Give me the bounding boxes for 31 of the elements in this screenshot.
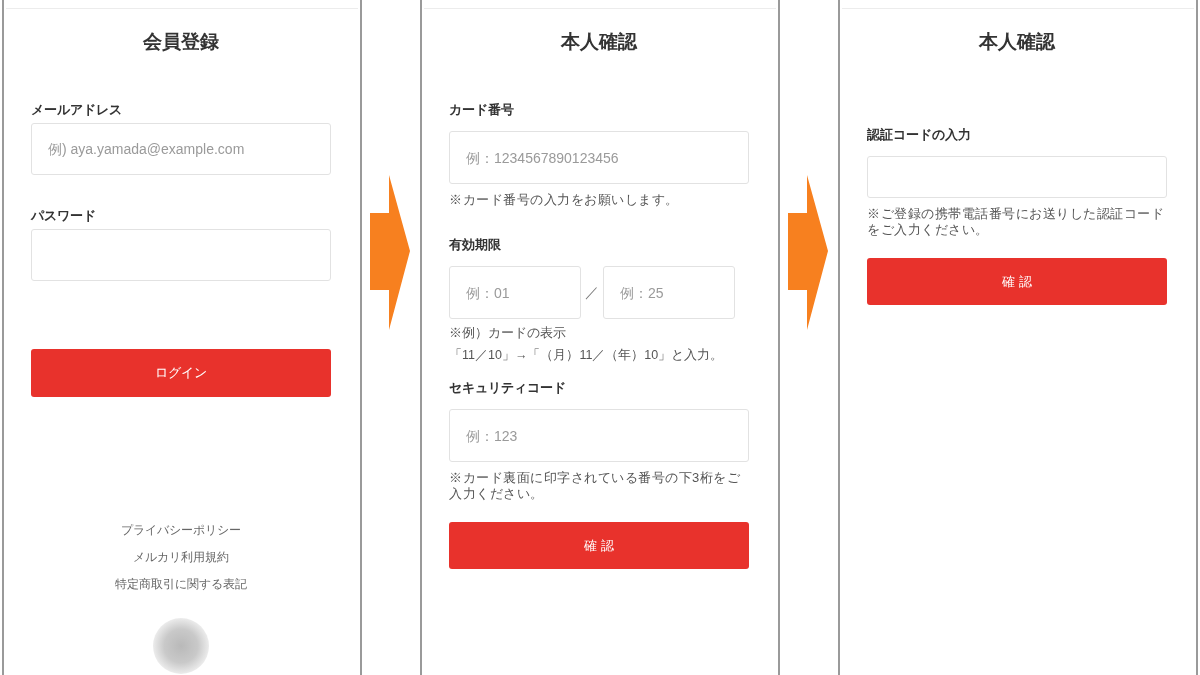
- hint-text: ※カード裏面に印字されている番号の下3桁をご入力ください。: [449, 470, 742, 502]
- field-label: セキュリティコード: [449, 379, 567, 397]
- submit-button[interactable]: ログイン: [31, 349, 331, 397]
- blurred-circle-icon: [153, 618, 209, 674]
- submit-button[interactable]: 確 認: [449, 522, 749, 569]
- input-field[interactable]: 例：01: [449, 266, 581, 319]
- hint-text: ※カード番号の入力をお願いします。: [449, 192, 680, 208]
- footer-link[interactable]: メルカリ利用規約: [133, 544, 229, 571]
- hint-text: ※ご登録の携帯電話番号にお送りした認証コードをご入力ください。: [867, 206, 1165, 238]
- field-label: カード番号: [449, 101, 515, 119]
- submit-button[interactable]: 確 認: [867, 258, 1167, 305]
- input-field[interactable]: 例：1234567890123456: [449, 131, 749, 184]
- screen-title: 会員登録: [142, 30, 220, 54]
- screen-title: 本人確認: [977, 30, 1057, 54]
- input-field[interactable]: [867, 156, 1167, 198]
- footer-link[interactable]: 特定商取引に関する表記: [115, 571, 247, 598]
- date-separator: ／: [584, 283, 600, 302]
- input-field[interactable]: 例：123: [449, 409, 749, 462]
- field-label: 認証コードの入力: [867, 126, 972, 144]
- field-label: 有効期限: [449, 236, 502, 254]
- right-arrow-icon: [788, 175, 828, 330]
- field-label: メールアドレス: [31, 101, 123, 119]
- hint-text: 「11／10」→「（月）11／（年）10」と入力。: [449, 348, 725, 363]
- hint-text: ※例）カードの表示: [449, 326, 567, 341]
- right-arrow-icon: [370, 175, 410, 330]
- input-field[interactable]: [31, 229, 331, 281]
- footer-link[interactable]: プライバシーポリシー: [121, 517, 241, 544]
- field-label: パスワード: [31, 207, 97, 225]
- input-field[interactable]: 例) aya.yamada@example.com: [31, 123, 331, 175]
- screen-title: 本人確認: [559, 30, 639, 54]
- input-field[interactable]: 例：25: [603, 266, 735, 319]
